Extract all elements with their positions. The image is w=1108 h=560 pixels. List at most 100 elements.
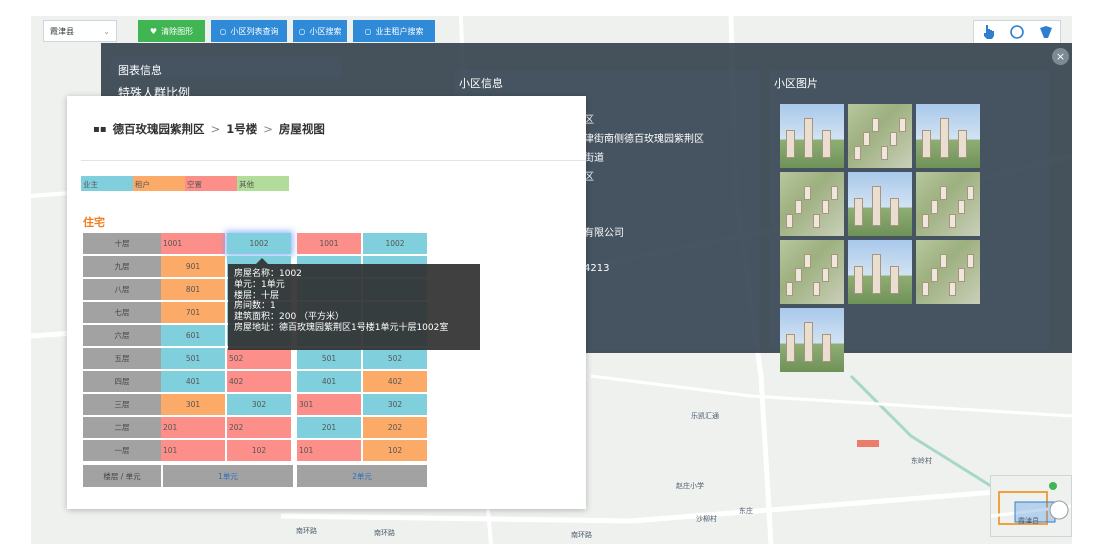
room-cell[interactable]: 502	[227, 348, 291, 369]
floor-label: 三层	[83, 394, 161, 415]
floor-label: 八层	[83, 279, 161, 300]
room-cell[interactable]: 502	[363, 348, 427, 369]
breadcrumb: ▪▪ 德百玫瑰园紫荆区 > 1号楼 > 房屋视图	[93, 121, 325, 137]
legend-vacant: 空置	[185, 176, 237, 191]
section-title: 住宅	[83, 216, 105, 229]
room-cell[interactable]: 701	[161, 302, 225, 323]
room-cell[interactable]: 202	[363, 417, 427, 438]
room-cell[interactable]: 501	[297, 348, 361, 369]
legend: 业主 租户 空置 其他	[81, 176, 289, 191]
tooltip-line: 单元：1单元	[234, 279, 285, 290]
floor-unit-corner: 楼层 / 单元	[83, 465, 161, 487]
close-overlay-button[interactable]: ×	[1052, 48, 1069, 65]
floor-label: 七层	[83, 302, 161, 323]
polygon-icon	[1039, 26, 1052, 38]
room-cell[interactable]: 1002	[363, 233, 427, 254]
community-photo[interactable]	[780, 104, 844, 168]
breadcrumb-view: 房屋视图	[278, 122, 325, 136]
room-cell[interactable]: 301	[297, 394, 361, 415]
floor-label: 六层	[83, 325, 161, 346]
legend-other: 其他	[237, 176, 289, 191]
room-cell[interactable]: 401	[161, 371, 225, 392]
community-photos-title: 小区图片	[774, 77, 818, 90]
room-cell[interactable]: 102	[227, 440, 291, 461]
room-cell[interactable]: 501	[161, 348, 225, 369]
search-icon: ○	[364, 26, 372, 36]
room-cell[interactable]: 101	[297, 440, 361, 461]
clear-shapes-button[interactable]: ♥ 清除图形	[138, 20, 205, 42]
room-cell[interactable]: 101	[161, 440, 225, 461]
circle-icon	[1010, 25, 1024, 39]
tooltip-line: 房屋名称：1002	[234, 269, 302, 279]
map-label: 南环路	[296, 527, 317, 535]
community-search-button[interactable]: ○ 小区搜索	[293, 20, 347, 42]
search-icon: ○	[219, 26, 227, 36]
floor-label: 十层	[83, 233, 161, 254]
room-cell[interactable]: 901	[161, 256, 225, 277]
hand-icon	[984, 25, 995, 39]
grid-icon: ▪▪	[93, 123, 107, 135]
owner-search-button[interactable]: ○ 业主租户搜索	[353, 20, 435, 42]
room-cell[interactable]: 801	[161, 279, 225, 300]
tooltip-line: 房屋地址：德百玫瑰园紫荆区1号楼1单元十层1002室	[234, 322, 449, 333]
floor-label: 四层	[83, 371, 161, 392]
community-list-label: 小区列表查询	[230, 26, 279, 36]
polygon-tool[interactable]	[1036, 23, 1056, 41]
breadcrumb-community[interactable]: 德百玫瑰园紫荆区	[113, 121, 205, 137]
community-photo[interactable]	[916, 104, 980, 168]
map-tool-group	[973, 20, 1061, 44]
map-label: 东庄	[739, 507, 753, 515]
room-cell[interactable]: 102	[363, 440, 427, 461]
community-list-button[interactable]: ○ 小区列表查询	[211, 20, 287, 42]
tooltip-line: 楼层：十层	[234, 290, 280, 301]
room-cell[interactable]: 201	[297, 417, 361, 438]
circle-tool[interactable]	[1007, 23, 1027, 41]
county-select[interactable]: 霞津县 ⌄	[43, 20, 117, 42]
community-photo[interactable]	[848, 240, 912, 304]
room-cell[interactable]: 302	[227, 394, 291, 415]
chevron-down-icon: ⌄	[103, 26, 110, 36]
room-cell[interactable]: 1001	[161, 233, 225, 254]
room-cell[interactable]: 1002	[227, 233, 291, 254]
community-info-line: 4213	[584, 263, 610, 274]
community-photo[interactable]	[916, 172, 980, 236]
clear-shapes-label: 清除图形	[161, 26, 194, 36]
community-photo[interactable]	[780, 240, 844, 304]
floor-label: 五层	[83, 348, 161, 369]
room-cell[interactable]: 301	[161, 394, 225, 415]
floor-label: 二层	[83, 417, 161, 438]
room-tooltip: 房屋名称：1002 单元：1单元 楼层：十层 房间数：1 建筑面积：200 （平…	[228, 258, 480, 350]
map-label: 东岭村	[911, 457, 932, 465]
room-cell[interactable]: 402	[363, 371, 427, 392]
map-label: 乐凯汇通	[691, 412, 719, 420]
map-label: 南环路	[571, 531, 592, 539]
community-photo[interactable]	[848, 104, 912, 168]
floor-label: 一层	[83, 440, 161, 461]
minimap-roads	[991, 482, 1071, 525]
unit-header: 2单元	[297, 465, 427, 487]
chart-info-title: 图表信息	[118, 64, 162, 77]
room-cell[interactable]: 201	[161, 417, 225, 438]
county-select-value: 霞津县	[50, 26, 74, 36]
community-photo[interactable]	[780, 308, 844, 372]
community-photo[interactable]	[780, 172, 844, 236]
room-cell[interactable]: 601	[161, 325, 225, 346]
community-search-label: 小区搜索	[309, 26, 342, 36]
room-cell[interactable]: 302	[363, 394, 427, 415]
pointer-tool[interactable]	[978, 23, 998, 41]
room-cell[interactable]: 202	[227, 417, 291, 438]
community-photo[interactable]	[916, 240, 980, 304]
breadcrumb-building[interactable]: 1号楼	[226, 121, 257, 137]
legend-owner: 业主	[81, 176, 133, 191]
photo-gallery	[780, 104, 980, 372]
community-info-line: 津街南侧德百玫瑰园紫荆区	[584, 134, 704, 145]
room-cell[interactable]: 1001	[297, 233, 361, 254]
room-cell[interactable]: 401	[297, 371, 361, 392]
close-icon: ×	[1055, 50, 1066, 63]
unit-header: 1单元	[163, 465, 293, 487]
community-photo[interactable]	[848, 172, 912, 236]
room-cell[interactable]: 402	[227, 371, 291, 392]
overview-minimap[interactable]: 霞津县	[990, 475, 1072, 537]
community-info-title: 小区信息	[459, 77, 503, 90]
map-label: 沙柳村	[696, 515, 717, 523]
